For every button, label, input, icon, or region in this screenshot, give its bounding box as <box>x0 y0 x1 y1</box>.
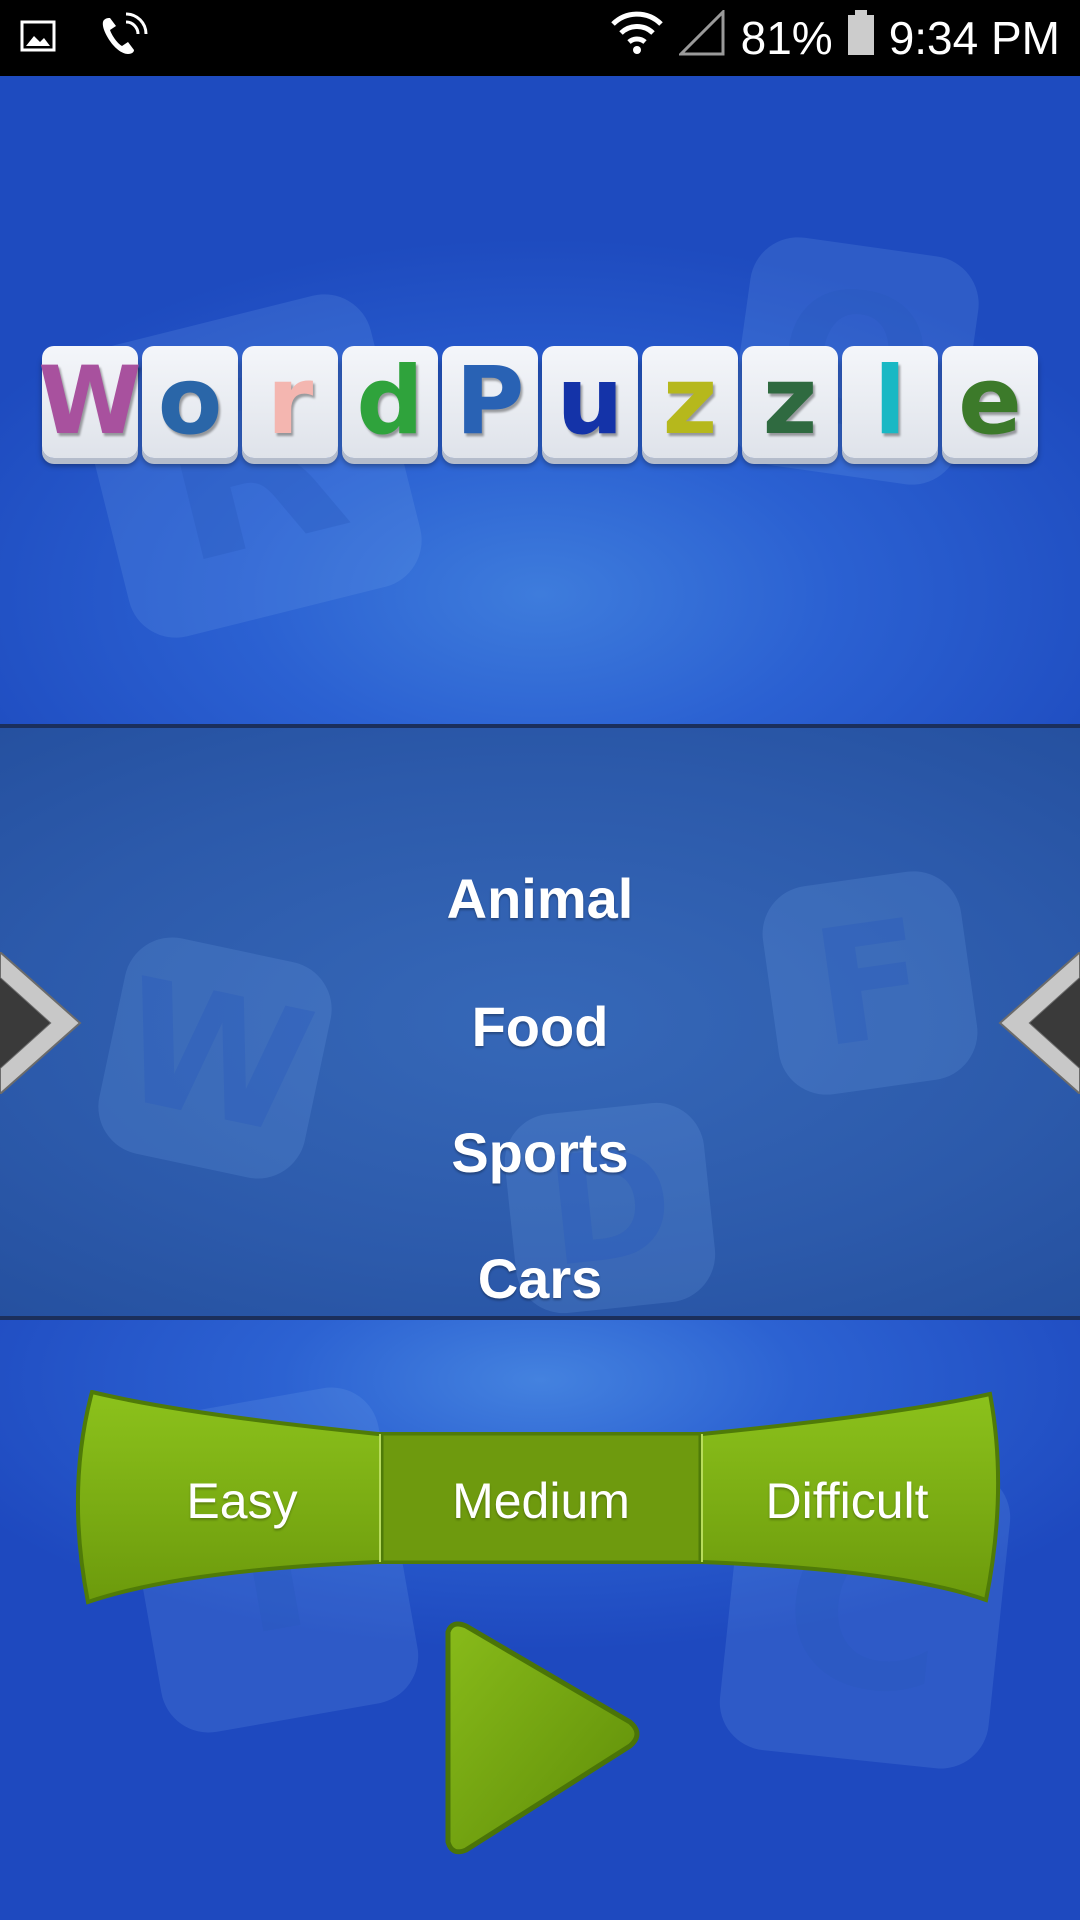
chevron-right-icon[interactable] <box>0 950 82 1099</box>
difficulty-medium-button[interactable]: Medium <box>382 1472 700 1530</box>
category-item-animal[interactable]: Animal <box>0 866 1080 931</box>
status-bar: 81% 9:34 PM <box>0 0 1080 76</box>
chevron-left-icon[interactable] <box>998 950 1080 1099</box>
category-item-food[interactable]: Food <box>0 994 1080 1059</box>
title-letter-tile: o <box>142 346 238 458</box>
wifi-icon <box>609 10 665 67</box>
signal-icon <box>676 7 727 67</box>
title-letter-tile: u <box>542 346 638 458</box>
difficulty-easy-button[interactable]: Easy <box>112 1472 372 1530</box>
battery-icon <box>847 9 875 67</box>
category-item-cars[interactable]: Cars <box>0 1246 1080 1311</box>
title-letter-tile: d <box>342 346 438 458</box>
title-letter-tile: P <box>442 346 538 458</box>
category-panel: W F D Animal Food Sports Cars <box>0 724 1080 1320</box>
title-letter-tile: r <box>242 346 338 458</box>
title-letter-tile: l <box>842 346 938 458</box>
title-letter-tile: z <box>742 346 838 458</box>
title-letter-tile: W <box>38 346 142 458</box>
title-letter-tile: z <box>642 346 738 458</box>
image-icon <box>20 20 56 57</box>
difficulty-selector: Easy Medium Difficult <box>72 1390 1008 1606</box>
game-title-logo: WordPuzzle <box>38 346 1038 458</box>
play-icon <box>445 1621 640 1855</box>
title-letter-tile: e <box>942 346 1038 458</box>
play-button[interactable] <box>430 1618 650 1863</box>
battery-percent: 81% <box>740 12 833 64</box>
category-item-sports[interactable]: Sports <box>0 1120 1080 1185</box>
difficulty-difficult-button[interactable]: Difficult <box>712 1472 982 1530</box>
ghost-tile-r: R <box>68 284 432 648</box>
clock: 9:34 PM <box>888 12 1060 64</box>
wifi-call-icon <box>96 12 148 65</box>
